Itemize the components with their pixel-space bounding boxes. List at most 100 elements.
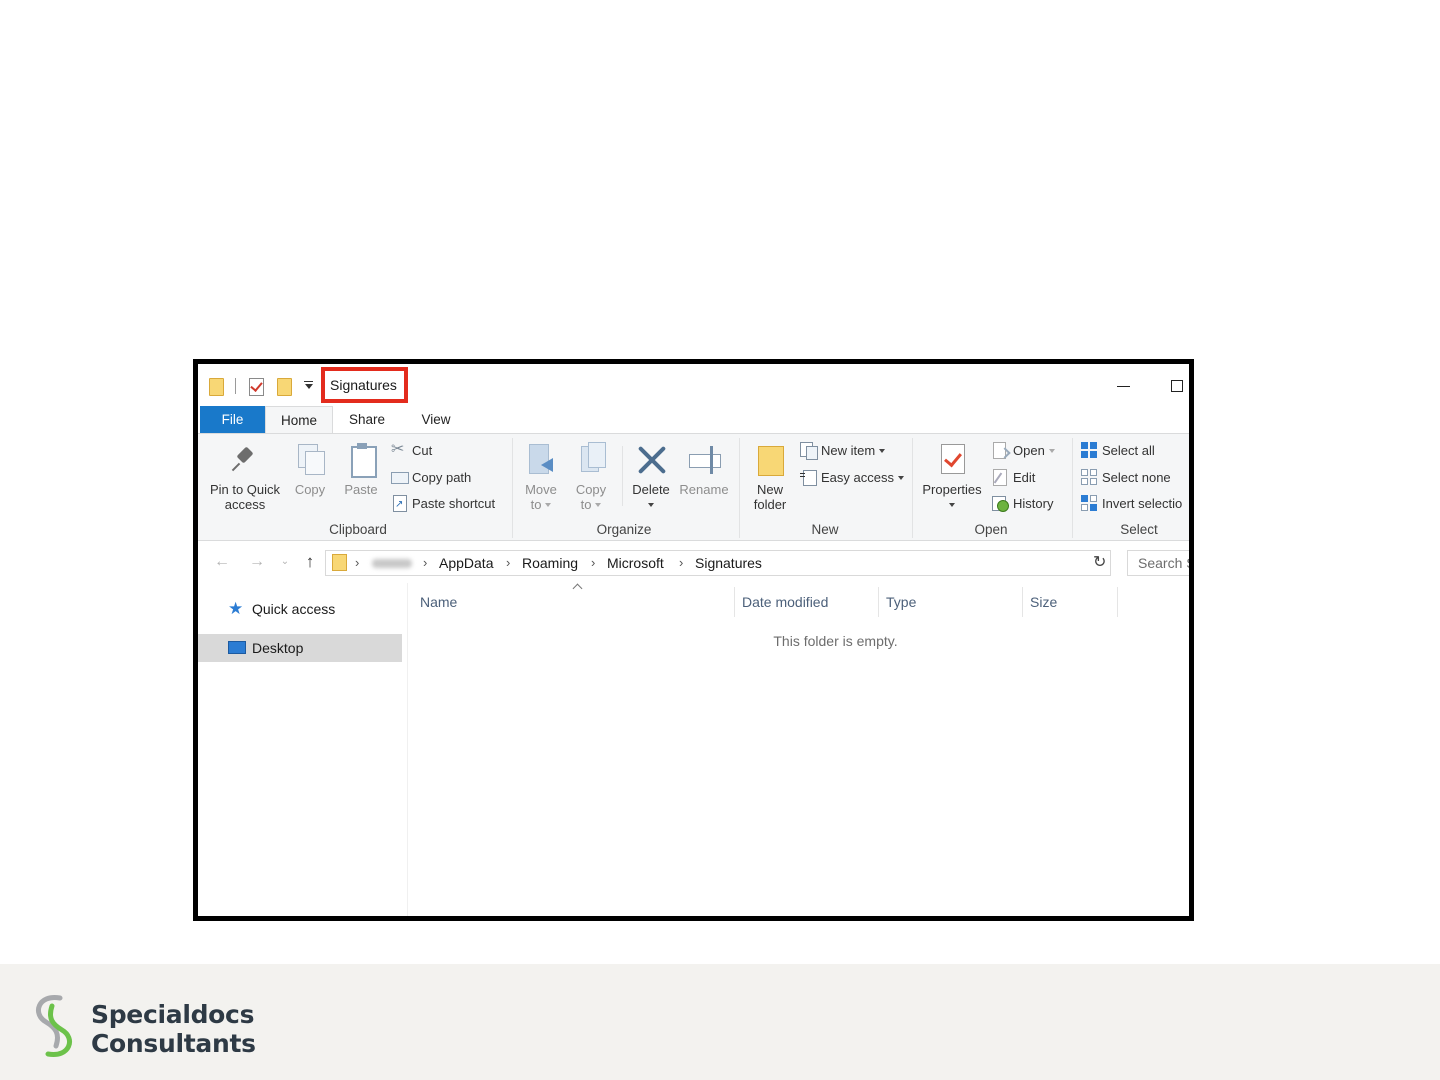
history-button[interactable]: History xyxy=(992,493,1053,515)
forward-arrow-icon[interactable]: → xyxy=(247,553,267,571)
breadcrumb-microsoft[interactable]: Microsoft xyxy=(607,551,664,575)
tab-file[interactable]: File xyxy=(200,406,265,433)
cut-button[interactable]: Cut xyxy=(391,439,433,462)
organize-divider xyxy=(622,446,623,506)
tab-view[interactable]: View xyxy=(401,406,471,433)
navigation-row: ← → ⌄ ↑ › › AppData › Roaming › Microsof… xyxy=(198,541,1189,583)
group-divider xyxy=(1072,438,1073,538)
rename-icon xyxy=(688,442,721,476)
sidebar-item-desktop[interactable]: Desktop xyxy=(198,634,402,662)
chevron-down-icon xyxy=(545,503,552,507)
column-header-size[interactable]: Size xyxy=(1023,587,1118,617)
breadcrumb-separator-icon[interactable]: › xyxy=(355,551,359,575)
group-label-clipboard: Clipboard xyxy=(329,522,387,537)
new-item-button[interactable]: New item xyxy=(800,440,886,462)
chevron-down-icon xyxy=(879,449,886,453)
shortcut-icon xyxy=(391,494,407,516)
group-label-select: Select xyxy=(1120,522,1158,537)
open-button[interactable]: Open xyxy=(992,440,1055,462)
edit-label: Edit xyxy=(1013,470,1036,485)
column-header-name[interactable]: Name xyxy=(413,587,735,617)
properties-label: Properties xyxy=(922,482,982,497)
group-label-open: Open xyxy=(974,522,1008,537)
move-to-icon xyxy=(525,442,557,476)
breadcrumb-separator-icon[interactable]: › xyxy=(506,551,510,575)
clipboard-icon xyxy=(345,442,377,478)
copy-path-button[interactable]: Copy path xyxy=(391,467,471,489)
paste-button[interactable]: Paste xyxy=(341,442,381,497)
easy-access-label: Easy access xyxy=(821,470,894,485)
new-folder-quick-icon[interactable] xyxy=(277,378,292,396)
cut-label: Cut xyxy=(412,443,433,458)
sidebar-item-quick-access[interactable]: ★ Quick access xyxy=(198,595,402,623)
refresh-icon[interactable]: ↻ xyxy=(1093,554,1106,572)
star-icon: ★ xyxy=(228,599,244,618)
toolbar-separator xyxy=(235,378,236,394)
new-folder-label-line1: New xyxy=(756,482,783,497)
redacted-username xyxy=(372,559,412,568)
folder-icon[interactable] xyxy=(209,378,224,396)
breadcrumb-roaming[interactable]: Roaming xyxy=(522,551,578,575)
delete-label: Delete xyxy=(632,482,670,497)
brand-line-2: Consultants xyxy=(91,1029,256,1058)
file-list: Name Date modified Type Size This folder… xyxy=(408,583,1189,916)
tab-home[interactable]: Home xyxy=(265,406,333,433)
invert-selection-button[interactable]: Invert selectio xyxy=(1081,493,1182,515)
column-header-type[interactable]: Type xyxy=(879,587,1023,617)
invert-selection-label: Invert selectio xyxy=(1102,496,1183,511)
recent-locations-chevron-icon[interactable]: ⌄ xyxy=(275,553,295,571)
copy-to-label-line2: to xyxy=(580,497,592,512)
move-to-label-line2: to xyxy=(530,497,542,512)
address-bar[interactable]: › › AppData › Roaming › Microsoft › Sign… xyxy=(325,550,1111,576)
pin-label-line2: access xyxy=(224,497,266,512)
file-explorer-window: Signatures File Home Share View Pin to Q… xyxy=(193,359,1194,921)
title-bar: Signatures xyxy=(198,364,1189,406)
breadcrumb-separator-icon[interactable]: › xyxy=(679,551,683,575)
easy-access-icon xyxy=(800,469,817,486)
chevron-down-icon xyxy=(595,503,602,507)
move-to-button[interactable]: Move to xyxy=(521,442,561,512)
select-none-button[interactable]: Select none xyxy=(1081,467,1171,489)
quick-access-toolbar-dropdown-icon[interactable] xyxy=(304,381,313,391)
rename-button[interactable]: Rename xyxy=(678,442,730,497)
copy-path-icon xyxy=(391,469,409,485)
brand-name: Specialdocs Consultants xyxy=(91,1000,256,1058)
maximize-icon[interactable] xyxy=(1164,372,1189,398)
breadcrumb-signatures[interactable]: Signatures xyxy=(695,551,762,575)
copy-to-button[interactable]: Copy to xyxy=(571,442,611,512)
select-all-label: Select all xyxy=(1102,443,1155,458)
back-arrow-icon[interactable]: ← xyxy=(212,553,232,571)
copy-to-label-line1: Copy xyxy=(575,482,607,497)
paste-shortcut-button[interactable]: Paste shortcut xyxy=(391,493,496,516)
copy-button[interactable]: Copy xyxy=(290,442,330,497)
select-none-icon xyxy=(1081,469,1097,485)
tab-share[interactable]: Share xyxy=(333,406,401,433)
rename-label: Rename xyxy=(679,482,729,497)
search-input[interactable]: Search S xyxy=(1127,550,1189,576)
brand-line-1: Specialdocs xyxy=(91,1000,255,1029)
paste-shortcut-label: Paste shortcut xyxy=(412,496,496,511)
edit-icon xyxy=(992,469,1008,486)
breadcrumb-separator-icon[interactable]: › xyxy=(423,551,427,575)
pin-icon xyxy=(229,442,261,476)
new-folder-button[interactable]: New folder xyxy=(748,442,792,512)
minimize-icon[interactable] xyxy=(1110,372,1140,398)
properties-button[interactable]: Properties xyxy=(918,442,986,512)
up-arrow-icon[interactable]: ↑ xyxy=(300,553,320,571)
invert-selection-icon xyxy=(1081,495,1097,511)
properties-check-icon[interactable] xyxy=(249,378,264,396)
breadcrumb-separator-icon[interactable]: › xyxy=(591,551,595,575)
easy-access-button[interactable]: Easy access xyxy=(800,467,904,489)
delete-button[interactable]: Delete xyxy=(628,442,674,512)
chevron-down-icon xyxy=(897,476,904,480)
open-icon xyxy=(992,442,1008,459)
edit-button[interactable]: Edit xyxy=(992,467,1035,489)
pin-to-quick-access-button[interactable]: Pin to Quick access xyxy=(206,442,284,512)
breadcrumb-appdata[interactable]: AppData xyxy=(439,551,493,575)
empty-folder-message: This folder is empty. xyxy=(773,633,898,649)
ribbon: Pin to Quick access Copy Paste Cut Copy … xyxy=(198,433,1189,541)
chevron-down-icon xyxy=(1048,449,1055,453)
column-header-date-modified[interactable]: Date modified xyxy=(735,587,879,617)
select-all-button[interactable]: Select all xyxy=(1081,440,1155,462)
history-label: History xyxy=(1013,496,1054,511)
